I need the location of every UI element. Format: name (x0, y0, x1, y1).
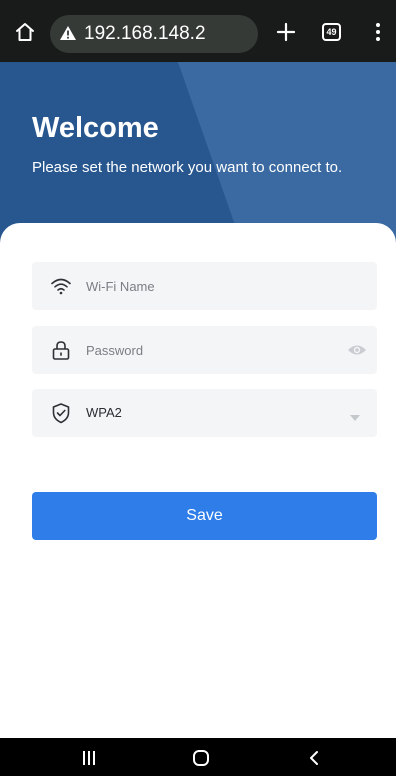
back-chevron-icon[interactable] (308, 750, 320, 766)
lock-icon (50, 339, 72, 361)
security-type-select[interactable]: WPA2 (32, 389, 377, 437)
tab-count: 49 (326, 27, 337, 37)
plus-icon[interactable] (276, 22, 296, 42)
recents-icon[interactable] (80, 750, 98, 766)
address-bar[interactable]: 192.168.148.2 (50, 15, 258, 53)
wifi-icon (50, 275, 72, 297)
tab-switcher-icon[interactable]: 49 (322, 23, 341, 41)
password-input[interactable] (86, 326, 336, 374)
security-type-value[interactable]: WPA2 (86, 405, 122, 421)
caret-down-icon[interactable] (349, 409, 361, 421)
eye-icon[interactable] (347, 342, 367, 358)
system-nav-bar (0, 738, 396, 776)
password-field[interactable] (32, 326, 377, 374)
overflow-menu-icon[interactable] (370, 21, 386, 43)
url-text[interactable]: 192.168.148.2 (84, 24, 206, 44)
home-circle-icon[interactable] (192, 749, 210, 767)
page-title: Welcome (32, 112, 159, 144)
page-subtitle: Please set the network you want to conne… (32, 159, 343, 176)
save-button[interactable]: Save (32, 492, 377, 540)
home-icon[interactable] (14, 21, 36, 43)
wifi-name-input[interactable] (86, 262, 336, 310)
shield-check-icon (50, 402, 72, 424)
warning-triangle-icon[interactable] (59, 25, 77, 41)
form-card: WPA2 Save (0, 223, 396, 738)
wifi-name-field[interactable] (32, 262, 377, 310)
browser-toolbar: 192.168.148.2 49 (0, 0, 396, 62)
